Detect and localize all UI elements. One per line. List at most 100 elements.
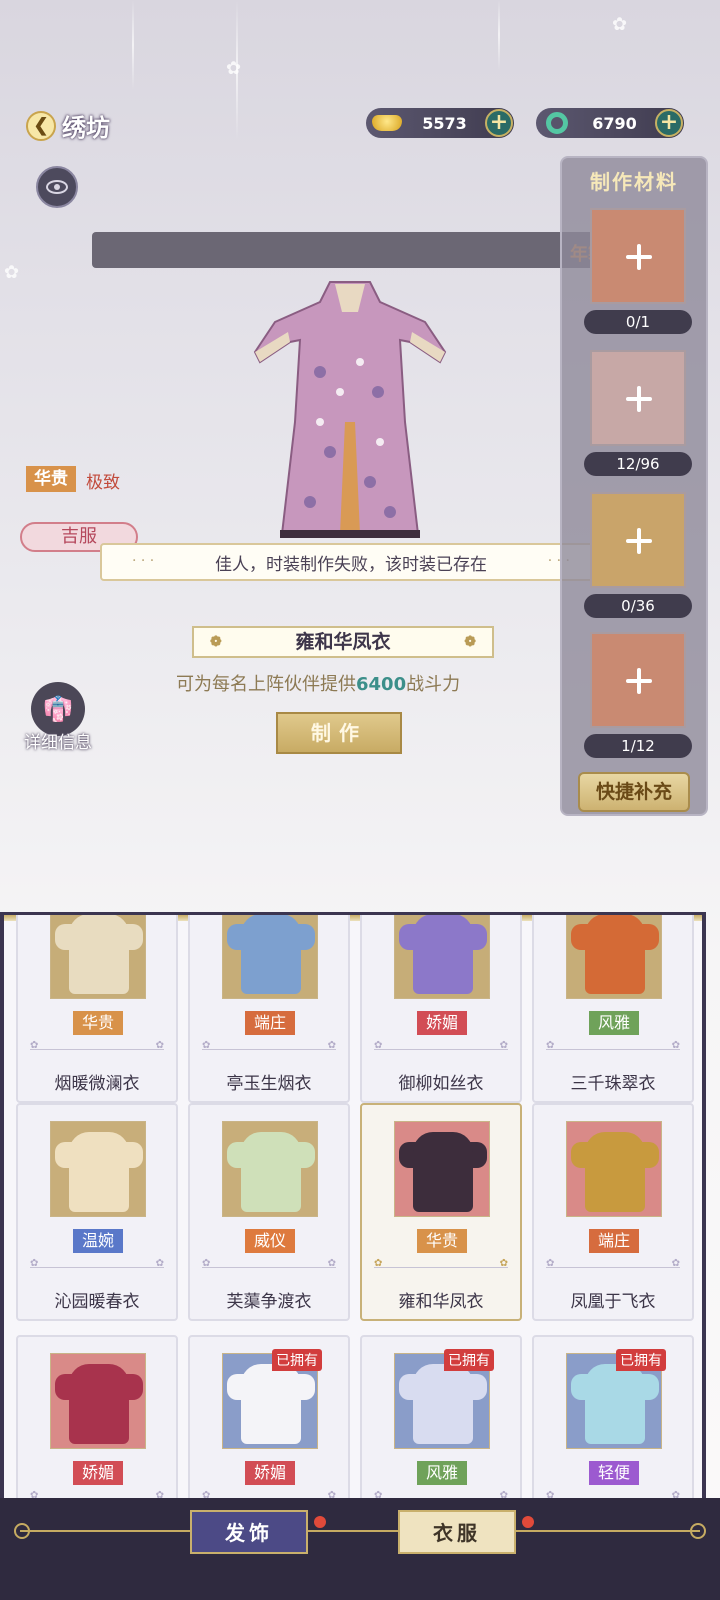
style-badge: 娇媚	[73, 1461, 123, 1485]
garment-thumbnail	[50, 1353, 146, 1449]
style-badge: 威仪	[245, 1229, 295, 1253]
card-divider	[374, 1040, 508, 1051]
add-material-icon	[626, 244, 652, 270]
garment-robe	[585, 1364, 645, 1444]
power-prefix: 可为每名上阵伙伴提供	[176, 674, 356, 695]
lotus-ornament-icon: ✿	[226, 58, 242, 79]
currency-jade: 6790 +	[536, 108, 684, 138]
power-description: 可为每名上阵伙伴提供6400战斗力	[176, 670, 460, 696]
power-suffix: 战斗力	[406, 674, 461, 695]
add-gold-button[interactable]: +	[485, 109, 513, 137]
garment-card-name: 烟暖微澜衣	[54, 1074, 140, 1094]
owned-badge: 已拥有	[272, 1349, 322, 1371]
garment-card-name: 雍和华凤衣	[398, 1292, 484, 1312]
material-slot[interactable]	[590, 632, 686, 728]
style-badge: 端庄	[245, 1011, 295, 1035]
card-divider	[546, 1258, 680, 1269]
page-title: 绣坊	[62, 113, 110, 142]
garment-card-name: 三千珠翠衣	[570, 1074, 656, 1094]
tab-clothes[interactable]: 衣服	[398, 1510, 516, 1554]
garment-thumbnail	[50, 915, 146, 999]
garment-card-name: 亭玉生烟衣	[226, 1074, 312, 1094]
garment-card[interactable]: 华贵雍和华凤衣	[360, 1103, 522, 1321]
add-material-icon	[626, 386, 652, 412]
garment-card[interactable]: 娇媚御柳如丝衣	[360, 915, 522, 1103]
material-count: 1/12	[584, 734, 692, 758]
card-divider	[30, 1258, 164, 1269]
garment-card-name: 沁园暖春衣	[54, 1292, 140, 1312]
detail-info-button[interactable]: 👘 详细信息	[18, 682, 98, 753]
tab-hair-accessories[interactable]: 发饰	[190, 1510, 308, 1554]
garment-card[interactable]: 华贵烟暖微澜衣	[16, 915, 178, 1103]
owned-badge: 已拥有	[444, 1349, 494, 1371]
style-badge: 娇媚	[245, 1461, 295, 1485]
add-jade-button[interactable]: +	[655, 109, 683, 137]
owned-badge: 已拥有	[616, 1349, 666, 1371]
notification-dot	[522, 1516, 534, 1528]
garment-thumbnail	[50, 1121, 146, 1217]
garment-robe	[241, 1132, 301, 1212]
style-badge: 轻便	[589, 1461, 639, 1485]
make-button[interactable]: 制作	[276, 712, 402, 754]
style-badge: 风雅	[589, 1011, 639, 1035]
style-badge: 华贵	[73, 1011, 123, 1035]
garment-card[interactable]: 威仪芙蕖争渡衣	[188, 1103, 350, 1321]
gold-ingot-icon	[370, 111, 404, 135]
garment-thumbnail	[394, 915, 490, 999]
card-divider	[546, 1040, 680, 1051]
lotus-ornament-icon: ✿	[612, 14, 628, 35]
card-divider	[30, 1040, 164, 1051]
toast-message: 佳人，时装制作失败，该时装已存在	[100, 543, 602, 581]
garment-robe	[413, 1364, 473, 1444]
hanging-lantern-string	[132, 0, 134, 90]
garment-card[interactable]: 端庄凤凰于飞衣	[532, 1103, 694, 1321]
garment-card-name: 凤凰于飞衣	[570, 1292, 656, 1312]
material-slot[interactable]	[590, 350, 686, 446]
garment-robe	[241, 1364, 301, 1444]
garment-preview	[253, 281, 447, 538]
garment-thumbnail	[566, 915, 662, 999]
toast-text: 佳人，时装制作失败，该时装已存在	[215, 554, 487, 575]
material-slot[interactable]	[590, 492, 686, 588]
detail-info-label: 详细信息	[24, 733, 92, 753]
title-banner	[92, 232, 620, 268]
style-badge: 华贵	[417, 1229, 467, 1253]
garment-card[interactable]: 温婉沁园暖春衣	[16, 1103, 178, 1321]
jade-value: 6790	[592, 113, 637, 133]
gold-value: 5573	[422, 113, 467, 133]
garment-card[interactable]: 已拥有娇媚	[188, 1335, 350, 1512]
garment-name: 雍和华凤衣	[192, 626, 494, 658]
jade-ring-icon	[540, 111, 574, 135]
material-count: 0/36	[584, 594, 692, 618]
back-button[interactable]: ❮ 绣坊	[26, 108, 110, 143]
garment-thumbnail	[222, 1121, 318, 1217]
rarity-description: 极致	[86, 473, 120, 493]
garment-card[interactable]: 已拥有 风雅	[360, 1335, 522, 1512]
quick-refill-button[interactable]: 快捷补充	[578, 772, 690, 812]
garment-robe	[585, 915, 645, 994]
card-divider	[374, 1258, 508, 1269]
garment-card[interactable]: 风雅三千珠翠衣	[532, 915, 694, 1103]
style-badge: 娇媚	[417, 1011, 467, 1035]
garment-thumbnail	[394, 1121, 490, 1217]
materials-title: 制作材料	[590, 170, 678, 194]
rarity-tag: 华贵	[26, 466, 76, 492]
card-divider	[202, 1040, 336, 1051]
garment-robe	[413, 915, 473, 994]
style-badge: 端庄	[589, 1229, 639, 1253]
garment-card[interactable]: 娇媚	[16, 1335, 178, 1512]
bottom-nav: 发饰 衣服	[0, 1498, 720, 1600]
material-slot[interactable]	[590, 208, 686, 304]
garment-grid: 华贵烟暖微澜衣端庄亭玉生烟衣娇媚御柳如丝衣风雅三千珠翠衣温婉沁园暖春衣威仪芙蕖争…	[0, 912, 706, 1512]
nav-divider	[20, 1530, 700, 1532]
garment-robe	[413, 1132, 473, 1212]
nav-knob-left	[14, 1523, 30, 1539]
garment-card[interactable]: 已拥有轻便	[532, 1335, 694, 1512]
view-toggle-button[interactable]	[36, 166, 78, 208]
garment-thumbnail	[222, 915, 318, 999]
notification-dot	[314, 1516, 326, 1528]
eye-icon	[46, 180, 68, 194]
garment-card[interactable]: 端庄亭玉生烟衣	[188, 915, 350, 1103]
material-count: 12/96	[584, 452, 692, 476]
add-material-icon	[626, 668, 652, 694]
